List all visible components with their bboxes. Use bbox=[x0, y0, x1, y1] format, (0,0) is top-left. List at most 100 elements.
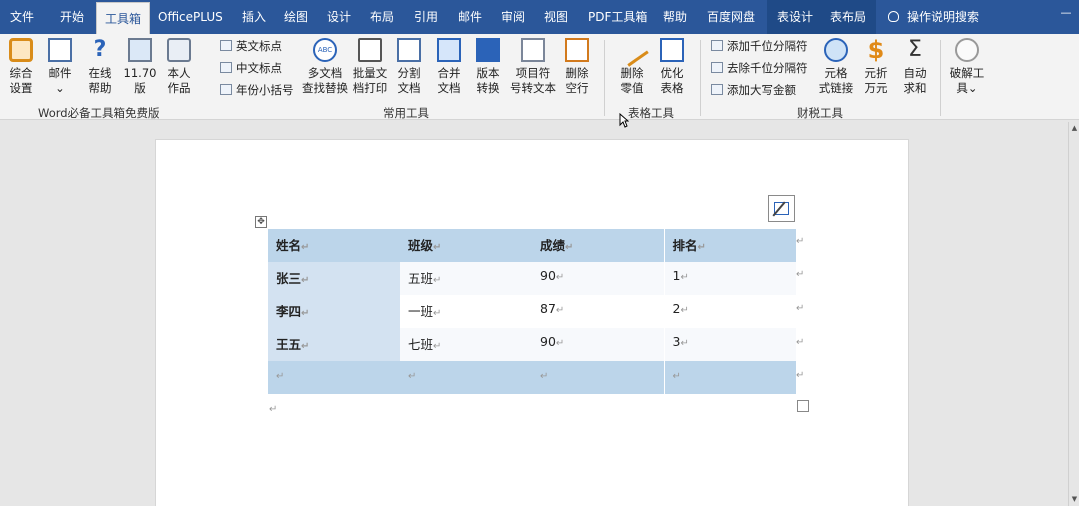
table-cell[interactable]: 班级↵ bbox=[400, 229, 532, 262]
settings-icon bbox=[9, 38, 33, 62]
table-cell[interactable]: 90↵ bbox=[532, 328, 664, 361]
table-cell[interactable]: 成绩↵ bbox=[532, 229, 664, 262]
btn-label: 年份小括号 bbox=[236, 83, 294, 97]
btn-label: 具⌄ bbox=[956, 81, 978, 95]
table-cell[interactable]: 90↵ bbox=[532, 262, 664, 295]
data-table[interactable]: 姓名↵ 班级↵ 成绩↵ 排名↵ 张三↵ 五班↵ 90↵ 1↵ 李四↵ 一班↵ 8… bbox=[268, 229, 796, 394]
btn-label: 删除 bbox=[565, 66, 589, 80]
table-row: ↵ ↵ ↵ ↵ bbox=[268, 361, 796, 394]
tab-references[interactable]: 引用 bbox=[414, 0, 438, 34]
split-doc-button[interactable]: 分割 文档 bbox=[392, 38, 426, 96]
optimize-table-button[interactable]: 优化 表格 bbox=[655, 38, 689, 96]
table-resize-handle[interactable] bbox=[797, 400, 809, 412]
table-header-row: 姓名↵ 班级↵ 成绩↵ 排名↵ bbox=[268, 229, 796, 262]
table-cell[interactable]: 张三↵ bbox=[268, 262, 400, 295]
table-cell[interactable]: 3↵ bbox=[663, 328, 796, 361]
table-cell[interactable]: 2↵ bbox=[663, 295, 796, 328]
btn-label: 破解工 bbox=[949, 66, 985, 80]
tab-table-layout[interactable]: 表布局 bbox=[820, 0, 877, 34]
crack-tool-button[interactable]: 破解工 具⌄ bbox=[946, 38, 988, 96]
batch-print-button[interactable]: 批量文 档打印 bbox=[349, 38, 391, 96]
btn-label: 优化 bbox=[660, 66, 684, 80]
table-cell[interactable]: ↵ bbox=[663, 361, 796, 394]
tell-me-search[interactable]: 操作说明搜索 bbox=[888, 0, 979, 34]
vertical-scrollbar[interactable]: ▲ ▼ bbox=[1068, 122, 1079, 506]
btn-label: 11.70 bbox=[123, 66, 157, 80]
table-cell[interactable]: 一班↵ bbox=[400, 295, 532, 328]
chinese-punctuation-button[interactable]: 中文标点 bbox=[220, 60, 282, 76]
btn-label: 式链接 bbox=[818, 81, 854, 95]
tab-officeplus[interactable]: OfficePLUS bbox=[158, 0, 223, 34]
btn-label: 自动 bbox=[903, 66, 927, 80]
end-of-row-mark: ↵ bbox=[796, 269, 805, 280]
mail-button[interactable]: 邮件 ⌄ bbox=[43, 38, 77, 96]
mail-icon bbox=[48, 38, 72, 62]
collapse-ribbon-icon[interactable]: — bbox=[1059, 6, 1073, 20]
tab-baidu-netdisk[interactable]: 百度网盘 bbox=[707, 0, 755, 34]
english-punctuation-button[interactable]: 英文标点 bbox=[220, 38, 282, 54]
table-cell[interactable]: 王五↵ bbox=[268, 328, 400, 361]
tab-view[interactable]: 视图 bbox=[544, 0, 568, 34]
general-settings-button[interactable]: 综合 设置 bbox=[4, 38, 38, 96]
remove-thousands-sep-button[interactable]: 去除千位分隔符 bbox=[711, 60, 808, 76]
table-cell[interactable]: ↵ bbox=[400, 361, 532, 394]
btn-label: 号转文本 bbox=[510, 81, 556, 95]
scroll-down-icon[interactable]: ▼ bbox=[1070, 495, 1079, 504]
auto-sum-button[interactable]: Σ 自动 求和 bbox=[898, 38, 932, 96]
btn-label: 分割 bbox=[397, 66, 421, 80]
table-cell[interactable]: 排名↵ bbox=[663, 229, 796, 262]
table-cell[interactable]: ↵ bbox=[268, 361, 400, 394]
add-thousands-sep-button[interactable]: 添加千位分隔符 bbox=[711, 38, 808, 54]
multi-doc-replace-button[interactable]: ABC 多文档 查找替换 bbox=[300, 38, 350, 96]
help-icon: ? bbox=[93, 37, 107, 62]
scroll-up-icon[interactable]: ▲ bbox=[1070, 124, 1079, 133]
table-cell[interactable]: ↵ bbox=[532, 361, 664, 394]
bullet-to-text-button[interactable]: 项目符 号转文本 bbox=[509, 38, 557, 96]
punctuation-icon bbox=[220, 62, 232, 73]
tab-layout[interactable]: 布局 bbox=[370, 0, 394, 34]
version-convert-button[interactable]: 版本 转换 bbox=[471, 38, 505, 96]
author-icon bbox=[167, 38, 191, 62]
table-cell[interactable]: 李四↵ bbox=[268, 295, 400, 328]
tab-draw[interactable]: 绘图 bbox=[284, 0, 308, 34]
version-button[interactable]: 11.70 版 bbox=[123, 38, 157, 96]
year-bracket-button[interactable]: 年份小括号 bbox=[220, 82, 294, 98]
btn-label: 去除千位分隔符 bbox=[727, 61, 808, 75]
tab-pdf-toolbox[interactable]: PDF工具箱 bbox=[588, 0, 647, 34]
tab-mailings[interactable]: 邮件 bbox=[458, 0, 482, 34]
delete-empty-lines-button[interactable]: 删除 空行 bbox=[560, 38, 594, 96]
delete-zero-button[interactable]: 删除 零值 bbox=[615, 33, 649, 96]
btn-label: 项目符 bbox=[515, 66, 551, 80]
tab-home[interactable]: 开始 bbox=[60, 0, 84, 34]
mouse-cursor-icon bbox=[619, 113, 629, 128]
btn-label: 中文标点 bbox=[236, 61, 282, 75]
table-move-handle-icon[interactable]: ✥ bbox=[255, 216, 267, 228]
tab-file[interactable]: 文件 bbox=[10, 0, 34, 34]
tab-toolbox[interactable]: 工具箱 bbox=[96, 2, 151, 34]
cell-format-link-button[interactable]: 元格 式链接 bbox=[816, 38, 856, 96]
tab-design[interactable]: 设计 bbox=[327, 0, 351, 34]
table-cell[interactable]: 五班↵ bbox=[400, 262, 532, 295]
table-row: 王五↵ 七班↵ 90↵ 3↵ bbox=[268, 328, 796, 361]
add-uppercase-amount-button[interactable]: 添加大写金额 bbox=[711, 82, 796, 98]
tab-review[interactable]: 审阅 bbox=[501, 0, 525, 34]
tab-table-design[interactable]: 表设计 bbox=[767, 0, 824, 34]
document-page[interactable]: ✥ 姓名↵ 班级↵ 成绩↵ 排名↵ 张三↵ 五班↵ 90↵ 1↵ 李四↵ 一班↵… bbox=[155, 139, 909, 506]
eraser-icon bbox=[615, 33, 649, 67]
group-separator bbox=[604, 40, 605, 116]
table-cell[interactable]: 87↵ bbox=[532, 295, 664, 328]
btn-label: 添加大写金额 bbox=[727, 83, 796, 97]
tab-insert[interactable]: 插入 bbox=[242, 0, 266, 34]
table-cell[interactable]: 七班↵ bbox=[400, 328, 532, 361]
author-works-button[interactable]: 本人 作品 bbox=[162, 38, 196, 96]
yuan-to-wan-button[interactable]: $ 元折 万元 bbox=[859, 38, 893, 96]
group-separator bbox=[700, 40, 701, 116]
table-cell[interactable]: 1↵ bbox=[663, 262, 796, 295]
merge-doc-button[interactable]: 合并 文档 bbox=[432, 38, 466, 96]
lightbulb-icon bbox=[888, 11, 899, 22]
end-of-row-mark: ↵ bbox=[796, 303, 805, 314]
tab-help[interactable]: 帮助 bbox=[663, 0, 687, 34]
table-cell[interactable]: 姓名↵ bbox=[268, 229, 400, 262]
online-help-button[interactable]: ? 在线 帮助 bbox=[83, 38, 117, 96]
quick-analysis-button[interactable] bbox=[768, 195, 795, 222]
